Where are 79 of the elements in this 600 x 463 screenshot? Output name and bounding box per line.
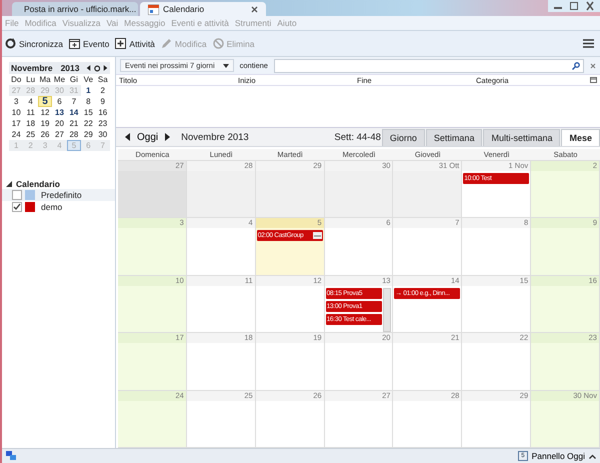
mini-calendar-day[interactable]: 7 [66,96,82,107]
previous-icon[interactable] [86,64,91,72]
week-range: Sett: 44-48 [334,132,381,142]
mini-calendar-day[interactable]: 29 [81,129,96,140]
previous-icon[interactable] [124,133,131,141]
mini-calendar-day[interactable]: 9 [96,96,110,107]
mini-calendar-day[interactable]: 22 [81,118,96,129]
weekday-label: Lu [25,74,36,85]
mini-calendar-day[interactable]: 21 [66,118,82,129]
mini-calendar-day[interactable]: 14 [66,107,82,118]
mini-calendar-day[interactable]: 18 [23,118,38,129]
mini-calendar-day[interactable]: 1 [81,85,96,96]
caret-icon [222,64,229,68]
view-tab[interactable]: Mese [561,128,600,146]
mini-calendar-day[interactable]: 16 [96,107,110,118]
today-button[interactable]: Oggi [137,132,158,142]
calendar-list-item[interactable]: demo [2,201,115,213]
mini-calendar-day[interactable]: 3 [9,96,24,107]
window-tab[interactable]: Calendario [140,2,266,16]
menu-icon[interactable] [583,39,594,48]
toolbar-button[interactable]: Evento [68,38,110,49]
checkbox[interactable] [12,190,22,200]
mini-calendar-day[interactable]: 28 [66,129,82,140]
view-tab[interactable]: Settimana [426,128,482,146]
mini-calendar-day[interactable]: 30 [96,129,110,140]
close-icon[interactable] [590,62,596,68]
weekday-label: Sa [96,74,109,85]
mini-calendar-day[interactable]: 2 [96,85,110,96]
caret-icon [589,454,596,458]
sync-icon [5,38,16,49]
year-label[interactable]: 2013 [60,63,80,73]
toolbar-button[interactable]: Sincronizza [5,38,63,49]
mini-calendar-day[interactable]: 5 [38,96,52,107]
window-tab[interactable]: Posta in arrivo - ufficio.mark... [12,2,138,16]
mini-calendar-day[interactable]: 20 [52,118,67,129]
next-icon[interactable] [102,64,108,72]
view-tab[interactable]: Multi-settimana [483,128,560,146]
weekday-label: Do [10,74,22,85]
search-field[interactable] [274,58,584,72]
calendar-icon [148,4,159,14]
network-icon[interactable] [6,451,17,461]
today-icon[interactable] [94,64,100,72]
toolbar-button[interactable]: Attività [115,38,155,49]
mini-calendar-day[interactable]: 23 [96,118,110,129]
calendar-list-item[interactable]: Predefinito [2,189,115,201]
mini-calendar-day[interactable]: 13 [52,107,67,118]
mini-calendar-day[interactable]: 25 [23,129,38,140]
mini-calendar-day[interactable]: 24 [9,129,24,140]
mini-calendar-day[interactable]: 4 [23,96,38,107]
mini-calendar-day[interactable]: 27 [52,129,67,140]
search-icon [572,62,580,70]
weekday-label: Me [52,74,66,85]
calendar-icon [68,38,80,49]
month-label[interactable]: Novembre [11,63,53,73]
section-title: Calendario [16,179,60,189]
weekday-label: Ve [82,74,94,85]
next-icon[interactable] [164,133,172,141]
mini-calendar-day[interactable]: 8 [81,96,96,107]
mini-calendar-day[interactable]: 10 [9,107,24,118]
view-tab[interactable]: Giorno [382,128,425,146]
pencil-icon [160,38,172,49]
mini-calendar-day[interactable]: 12 [38,107,52,118]
weekday-label: Ma [38,74,52,85]
mini-calendar-day[interactable]: 17 [9,118,24,129]
scrollbar[interactable] [383,288,392,332]
month-title: Novembre 2013 [181,132,249,142]
weekday-label: Gi [68,74,79,85]
close-icon[interactable] [251,6,258,12]
delete-icon [212,38,224,49]
column-picker-icon[interactable] [590,77,597,83]
expand-icon[interactable] [6,181,12,187]
mini-calendar-day[interactable]: 19 [38,118,52,129]
maximize-icon[interactable] [567,1,581,11]
mini-calendar-day[interactable]: 11 [23,107,38,118]
mini-calendar-day[interactable]: 6 [52,96,67,107]
mini-calendar-day[interactable]: 26 [38,129,52,140]
add-task-icon [115,38,126,49]
mini-calendar-day[interactable]: 15 [81,107,96,118]
checkbox[interactable] [12,202,22,212]
